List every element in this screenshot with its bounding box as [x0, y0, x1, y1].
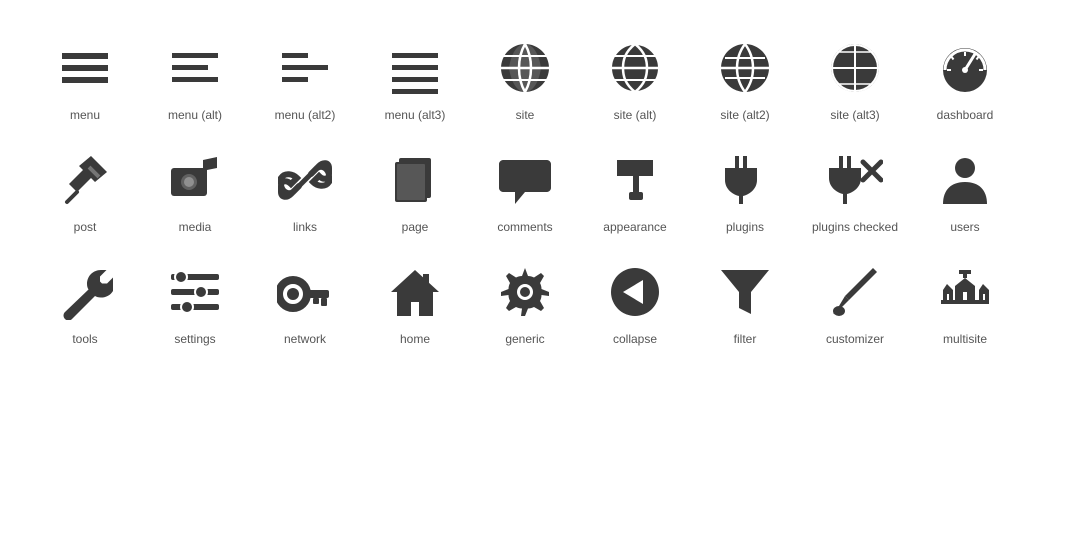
media-icon	[165, 150, 225, 210]
site-icon-cell: site	[470, 20, 580, 132]
site-alt2-icon	[715, 38, 775, 98]
home-icon	[385, 262, 445, 322]
links-icon-cell: links	[250, 132, 360, 244]
plugins-checked-label: plugins checked	[812, 220, 898, 234]
comments-label: comments	[497, 220, 552, 234]
site-alt-label: site (alt)	[614, 108, 657, 122]
home-label: home	[400, 332, 430, 346]
filter-label: filter	[734, 332, 757, 346]
dashboard-icon	[935, 38, 995, 98]
appearance-label: appearance	[603, 220, 666, 234]
collapse-icon-cell: collapse	[580, 244, 690, 356]
generic-icon-cell: generic	[470, 244, 580, 356]
settings-icon	[165, 262, 225, 322]
tools-label: tools	[72, 332, 97, 346]
site-alt-icon	[605, 38, 665, 98]
site-icon	[495, 38, 555, 98]
generic-label: generic	[505, 332, 544, 346]
links-icon	[275, 150, 335, 210]
menu-alt3-label: menu (alt3)	[385, 108, 446, 122]
menu-alt3-icon	[385, 38, 445, 98]
settings-label: settings	[174, 332, 215, 346]
menu-alt-icon-cell: menu (alt)	[140, 20, 250, 132]
network-icon	[275, 262, 335, 322]
site-alt2-icon-cell: site (alt2)	[690, 20, 800, 132]
customizer-icon	[825, 262, 885, 322]
icon-grid: menu menu (alt) menu (alt2)	[0, 0, 1090, 376]
site-alt2-label: site (alt2)	[720, 108, 769, 122]
page-icon	[385, 150, 445, 210]
filter-icon	[715, 262, 775, 322]
menu-alt2-label: menu (alt2)	[275, 108, 336, 122]
comments-icon	[495, 150, 555, 210]
media-label: media	[179, 220, 212, 234]
menu-icon-cell: menu	[30, 20, 140, 132]
menu-alt2-icon	[275, 38, 335, 98]
customizer-icon-cell: customizer	[800, 244, 910, 356]
tools-icon	[55, 262, 115, 322]
collapse-label: collapse	[613, 332, 657, 346]
post-icon	[55, 150, 115, 210]
menu-alt3-icon-cell: menu (alt3)	[360, 20, 470, 132]
users-icon	[935, 150, 995, 210]
appearance-icon	[605, 150, 665, 210]
menu-alt2-icon-cell: menu (alt2)	[250, 20, 360, 132]
multisite-icon	[935, 262, 995, 322]
site-alt3-label: site (alt3)	[830, 108, 879, 122]
site-label: site	[516, 108, 535, 122]
generic-icon	[495, 262, 555, 322]
home-icon-cell: home	[360, 244, 470, 356]
users-icon-cell: users	[910, 132, 1020, 244]
users-label: users	[950, 220, 979, 234]
customizer-label: customizer	[826, 332, 884, 346]
settings-icon-cell: settings	[140, 244, 250, 356]
multisite-icon-cell: multisite	[910, 244, 1020, 356]
appearance-icon-cell: appearance	[580, 132, 690, 244]
network-icon-cell: network	[250, 244, 360, 356]
page-icon-cell: page	[360, 132, 470, 244]
plugins-icon-cell: plugins	[690, 132, 800, 244]
dashboard-label: dashboard	[937, 108, 994, 122]
network-label: network	[284, 332, 326, 346]
plugins-label: plugins	[726, 220, 764, 234]
multisite-label: multisite	[943, 332, 987, 346]
collapse-icon	[605, 262, 665, 322]
tools-icon-cell: tools	[30, 244, 140, 356]
site-alt-icon-cell: site (alt)	[580, 20, 690, 132]
plugins-icon	[715, 150, 775, 210]
post-icon-cell: post	[30, 132, 140, 244]
menu-icon	[55, 38, 115, 98]
filter-icon-cell: filter	[690, 244, 800, 356]
links-label: links	[293, 220, 317, 234]
dashboard-icon-cell: dashboard	[910, 20, 1020, 132]
menu-alt-label: menu (alt)	[168, 108, 222, 122]
post-label: post	[74, 220, 97, 234]
site-alt3-icon-cell: site (alt3)	[800, 20, 910, 132]
media-icon-cell: media	[140, 132, 250, 244]
comments-icon-cell: comments	[470, 132, 580, 244]
site-alt3-icon	[825, 38, 885, 98]
page-label: page	[402, 220, 429, 234]
menu-label: menu	[70, 108, 100, 122]
plugins-checked-icon	[825, 150, 885, 210]
menu-alt-icon	[165, 38, 225, 98]
plugins-checked-icon-cell: plugins checked	[800, 132, 910, 244]
